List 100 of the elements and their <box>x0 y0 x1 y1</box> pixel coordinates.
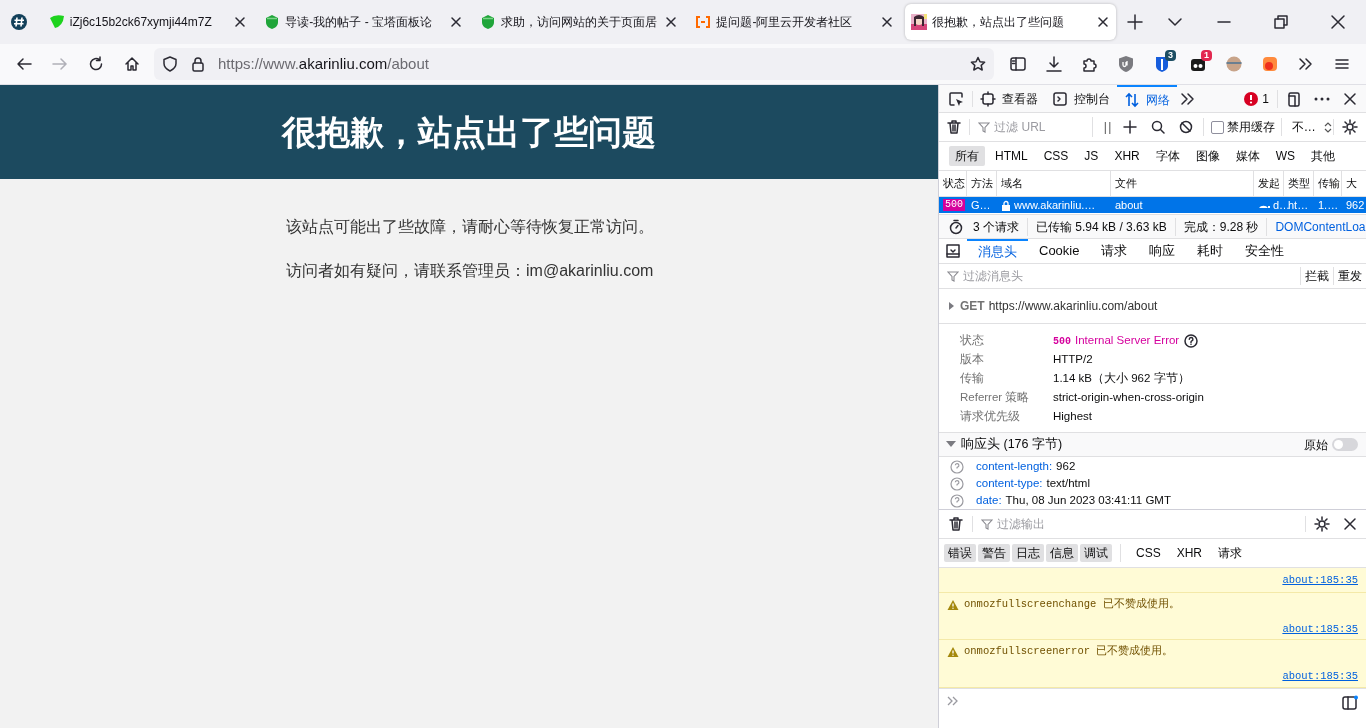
field-value: Highest <box>1053 408 1092 424</box>
request-line[interactable]: GET https://www.akarinliu.com/about <box>960 297 1158 315</box>
star-icon[interactable] <box>970 56 986 72</box>
filter-button[interactable]: CSS <box>1037 146 1075 166</box>
trash-icon[interactable] <box>946 119 963 135</box>
close-icon[interactable] <box>233 15 248 29</box>
filter-button[interactable]: 其他 <box>1305 146 1342 166</box>
close-icon[interactable] <box>1342 90 1358 107</box>
panel-toggle-icon[interactable] <box>945 243 961 259</box>
summary-text: 已传输 5.94 kB / 3.63 kB <box>1028 217 1176 236</box>
request-row[interactable]: 500 G… www.akarinliu.… about d…ht… 1.… 962 <box>939 197 1366 213</box>
close-icon[interactable] <box>880 15 894 29</box>
filter-button[interactable]: JS <box>1078 146 1105 166</box>
detail-tab[interactable]: 耗时 <box>1186 238 1235 264</box>
address-bar[interactable]: https://www.akarinliu.com/about <box>154 48 994 80</box>
column-header[interactable]: 传输 <box>1314 171 1342 196</box>
pause-button[interactable]: | | <box>1093 118 1121 136</box>
source-link[interactable]: about:185:35 <box>1282 568 1358 592</box>
download-icon[interactable] <box>1045 55 1063 73</box>
sidebar-icon[interactable] <box>1342 694 1358 711</box>
overflow-icon[interactable] <box>1180 90 1196 107</box>
picker-icon[interactable] <box>947 90 964 107</box>
trash-icon[interactable] <box>947 516 964 532</box>
block-icon[interactable] <box>1178 120 1193 134</box>
detail-tab[interactable]: Cookie <box>1028 238 1091 264</box>
tab-title: 导读-我的帖子 - 宝塔面板论 <box>285 14 433 31</box>
level-button[interactable]: 错误 <box>944 544 976 562</box>
browser-tab[interactable]: 提问题-阿里云开发者社区 <box>689 4 900 40</box>
column-header[interactable]: 发起 <box>1254 171 1284 196</box>
close-icon[interactable] <box>1095 15 1110 29</box>
table-cell-text: G… <box>971 197 991 213</box>
network-icon <box>1124 91 1140 108</box>
lock-icon <box>190 56 206 72</box>
filter-button[interactable]: 字体 <box>1149 146 1186 166</box>
close-icon[interactable] <box>448 15 463 29</box>
settings-icon[interactable] <box>1342 119 1358 135</box>
home-icon[interactable] <box>124 56 140 72</box>
hash-icon[interactable] <box>10 14 27 30</box>
checkbox[interactable]: 禁用缓存 <box>1202 118 1275 136</box>
detail-tab[interactable]: 请求 <box>1090 238 1139 264</box>
devtools-tab[interactable]: 查看器 <box>973 85 1045 113</box>
header-entry: content-length: 962 <box>976 458 1076 474</box>
search-icon[interactable] <box>1150 120 1165 134</box>
back-icon[interactable] <box>16 56 32 72</box>
column-header[interactable]: 状态 <box>939 171 967 196</box>
level-button[interactable]: 日志 <box>1012 544 1044 562</box>
column-header[interactable]: 方法 <box>967 171 997 196</box>
detail-tab[interactable]: 安全性 <box>1234 238 1296 264</box>
resend-button[interactable]: 重发 <box>1333 267 1366 285</box>
close-icon[interactable] <box>1342 516 1358 532</box>
puzzle-icon[interactable] <box>1081 55 1099 73</box>
sidebar-icon[interactable] <box>1009 55 1027 73</box>
column-header[interactable]: 大 <box>1342 171 1366 196</box>
filter-icon <box>978 121 991 133</box>
restore-icon[interactable] <box>1272 14 1289 30</box>
filter-icon <box>947 270 959 282</box>
source-link[interactable]: about:185:35 <box>1282 612 1358 640</box>
browser-tab[interactable]: iZj6c15b2ck67xymji44m7Z <box>42 4 254 40</box>
devtools-tab[interactable]: 控制台 <box>1045 85 1117 113</box>
dock-icon[interactable] <box>1286 90 1302 107</box>
overflow-icon[interactable] <box>1297 55 1315 73</box>
filter-button[interactable]: 图像 <box>1189 146 1226 166</box>
browser-tab[interactable]: 导读-我的帖子 - 宝塔面板论 <box>258 4 469 40</box>
section-header[interactable]: 响应头 (176 字节) 原始 <box>939 433 1366 457</box>
throttle-dropdown[interactable]: 不… <box>1280 118 1333 136</box>
detail-tab[interactable]: 响应 <box>1138 238 1187 264</box>
add-icon[interactable] <box>1122 120 1137 134</box>
close-icon[interactable] <box>1329 14 1346 30</box>
category-button[interactable]: CSS <box>1129 544 1168 562</box>
source-link[interactable]: about:185:35 <box>1282 660 1358 687</box>
level-button[interactable]: 警告 <box>978 544 1010 562</box>
shield-icon[interactable] <box>1117 55 1135 73</box>
column-header[interactable]: 文件 <box>1111 171 1254 196</box>
help-icon[interactable] <box>1184 333 1199 348</box>
browser-tab[interactable]: 求助，访问网站的关于页面居 <box>473 4 685 40</box>
filter-button[interactable]: XHR <box>1108 146 1146 166</box>
expand-icon[interactable] <box>948 301 954 311</box>
browser-tab[interactable]: 很抱歉，站点出了些问题 <box>905 4 1116 40</box>
field-value: 1.14 kB（大小 962 字节） <box>1053 370 1190 386</box>
filter-button[interactable]: WS <box>1269 146 1302 166</box>
error-icon[interactable] <box>1244 91 1259 106</box>
toggle-switch[interactable] <box>1332 438 1358 451</box>
category-button[interactable]: XHR <box>1169 544 1210 562</box>
block-button[interactable]: 拦截 <box>1300 267 1333 285</box>
section-title: 响应头 (176 字节) <box>961 436 1063 454</box>
column-header[interactable]: 域名 <box>997 171 1111 196</box>
level-button[interactable]: 信息 <box>1046 544 1078 562</box>
filter-button[interactable]: 媒体 <box>1229 146 1266 166</box>
prompt-icon[interactable] <box>947 694 958 707</box>
filter-button[interactable]: 所有 <box>949 146 985 166</box>
category-button[interactable]: 请求 <box>1211 544 1250 562</box>
close-icon[interactable] <box>664 15 679 29</box>
level-button[interactable]: 调试 <box>1080 544 1112 562</box>
settings-icon[interactable] <box>1314 516 1330 532</box>
table-cell-text: 1.… <box>1318 197 1339 213</box>
reload-icon[interactable] <box>88 56 104 72</box>
field-label: Referrer 策略 <box>960 389 1031 405</box>
filter-button[interactable]: HTML <box>989 146 1034 166</box>
column-header[interactable]: 类型 <box>1284 171 1314 196</box>
new-tab-icon[interactable] <box>1127 14 1144 30</box>
